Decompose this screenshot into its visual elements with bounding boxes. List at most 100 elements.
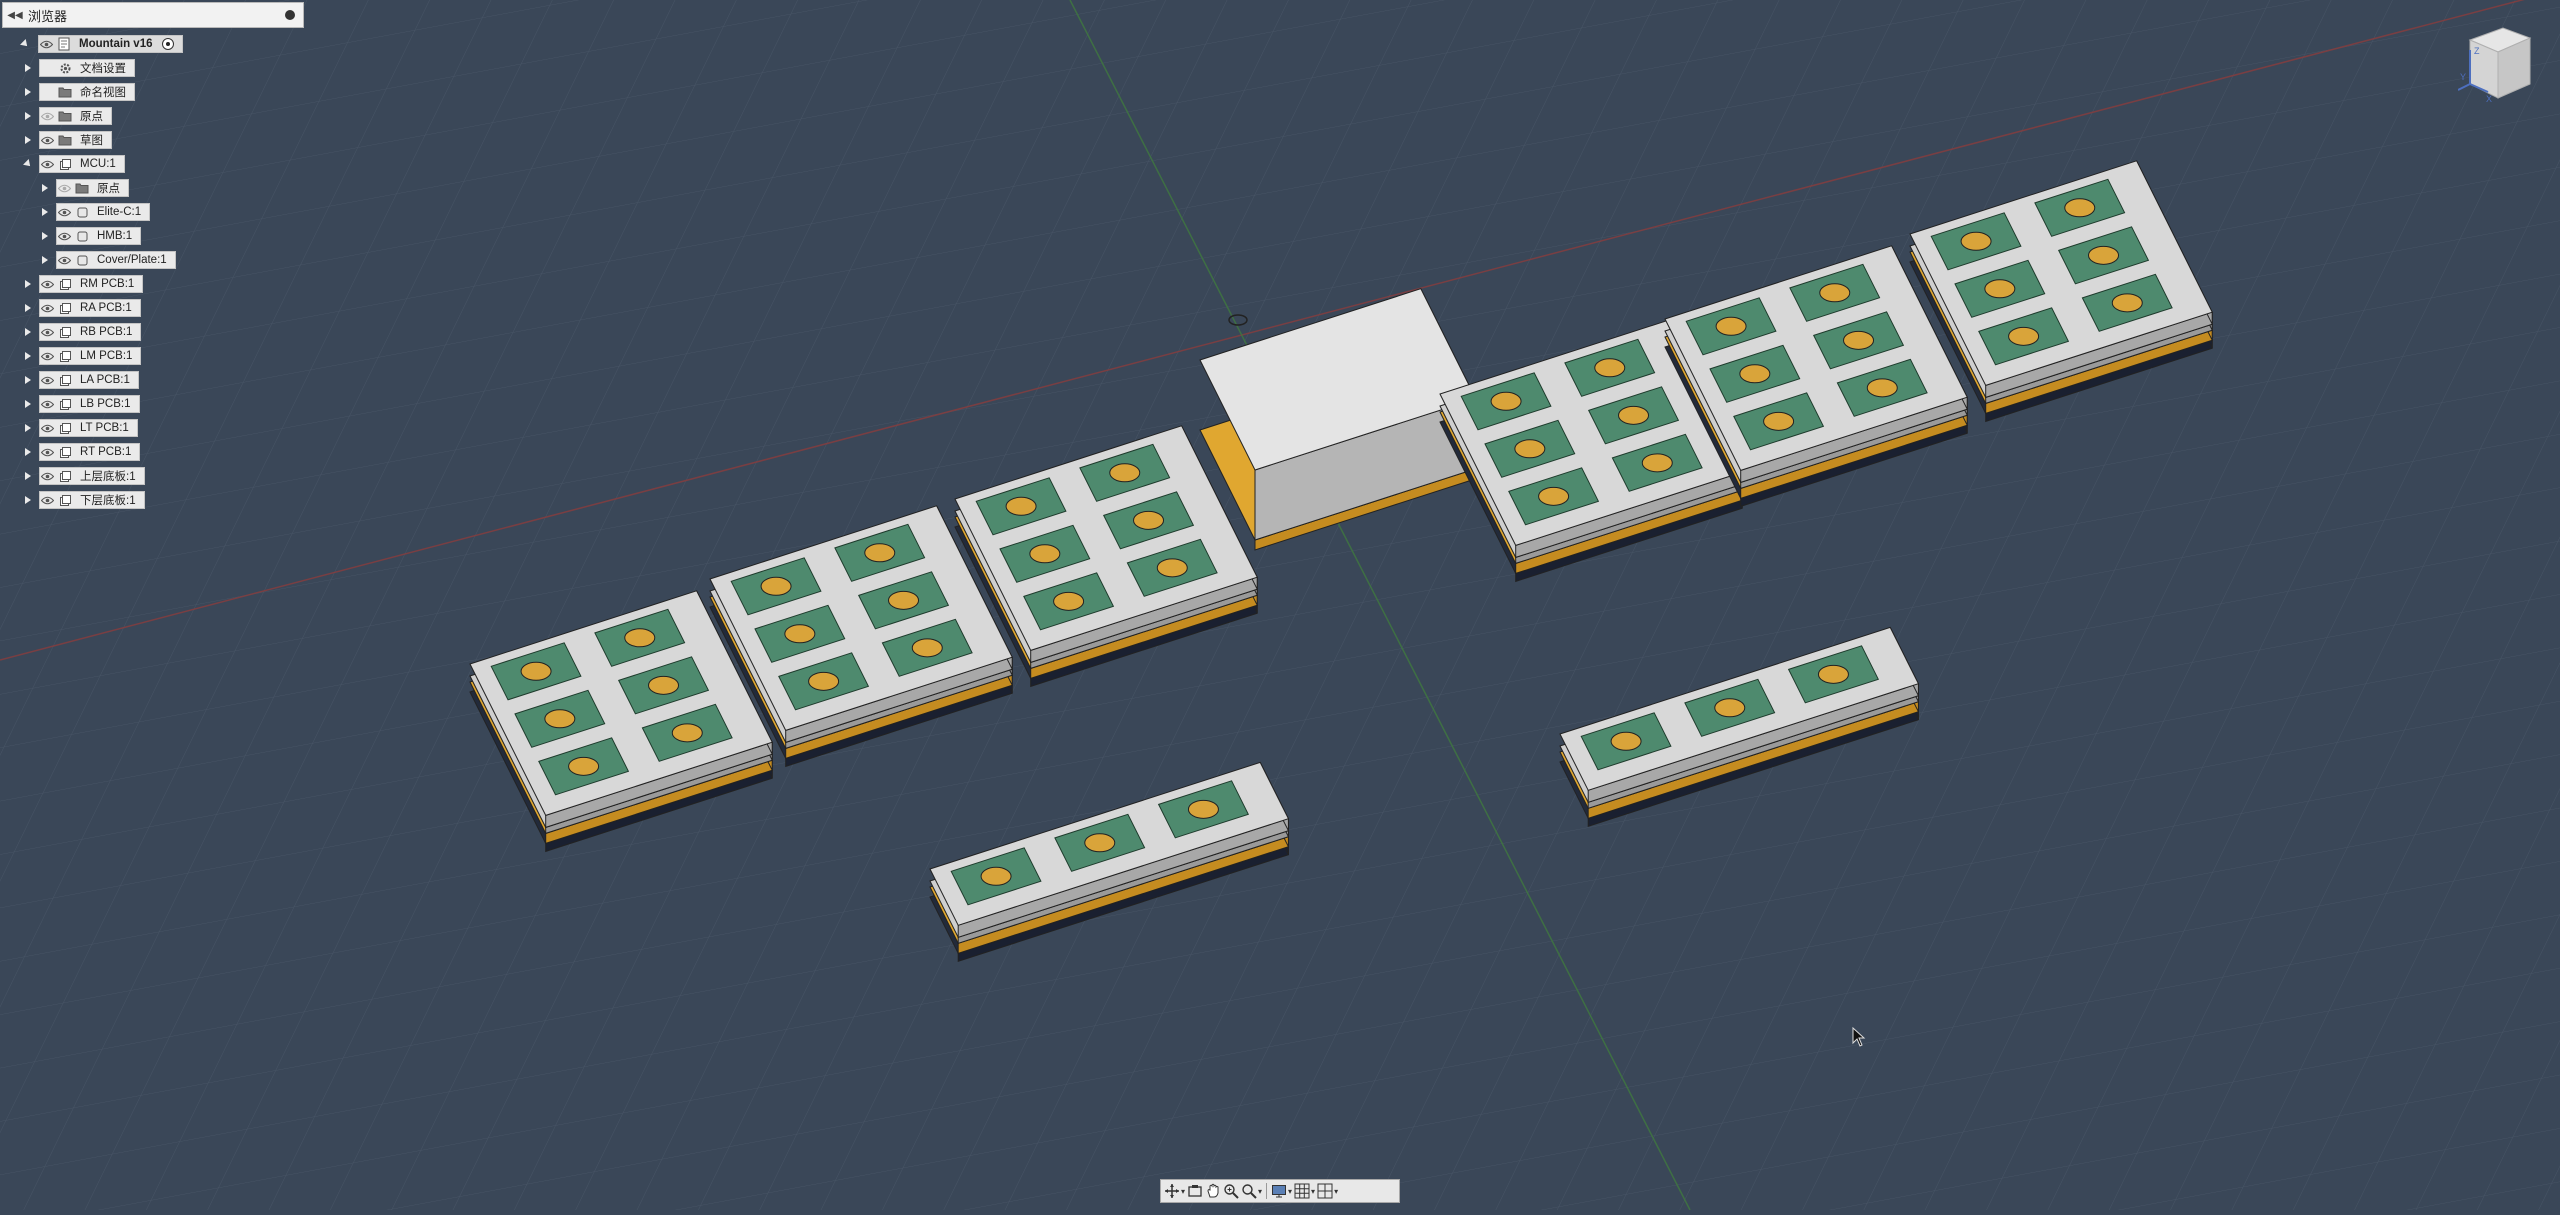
expand-toggle-icon[interactable] xyxy=(21,83,35,101)
tree-node[interactable]: MCU:1 xyxy=(39,155,125,173)
expand-toggle-icon[interactable] xyxy=(21,419,35,437)
tree-item-label: 命名视图 xyxy=(80,87,126,99)
tree-node[interactable]: LM PCB:1 xyxy=(39,347,142,365)
collapse-panel-icon[interactable]: ◀◀ xyxy=(6,10,24,21)
component-icon xyxy=(57,395,73,413)
tree-node[interactable]: RM PCB:1 xyxy=(39,275,144,293)
tree-item[interactable]: LB PCB:1 xyxy=(21,395,140,413)
expand-toggle-icon[interactable] xyxy=(21,323,35,341)
pin-icon[interactable] xyxy=(285,10,295,20)
root-node[interactable]: Mountain v16 xyxy=(38,35,184,53)
expand-toggle-icon[interactable] xyxy=(21,371,35,389)
visibility-eye-icon[interactable] xyxy=(39,35,53,53)
visibility-eye-icon[interactable] xyxy=(40,107,54,125)
visibility-eye-icon[interactable] xyxy=(57,179,71,197)
expand-toggle-icon[interactable] xyxy=(21,275,35,293)
zoom-icon[interactable] xyxy=(1223,1181,1239,1201)
tree-node[interactable]: 原点 xyxy=(39,107,112,125)
tree-node[interactable]: 原点 xyxy=(56,179,129,197)
tree-item[interactable]: 原点 xyxy=(21,107,112,125)
visibility-eye-icon[interactable] xyxy=(40,155,54,173)
display-settings-icon[interactable]: ▾ xyxy=(1271,1181,1292,1201)
tree-item[interactable]: RB PCB:1 xyxy=(21,323,142,341)
visibility-eye-icon[interactable] xyxy=(40,419,54,437)
visibility-eye-icon[interactable] xyxy=(40,467,54,485)
tree-item-label: RT PCB:1 xyxy=(80,446,132,458)
expand-toggle-icon[interactable] xyxy=(38,227,52,245)
tree-item-label: 原点 xyxy=(97,183,120,195)
visibility-eye-icon[interactable] xyxy=(40,371,54,389)
visibility-eye-icon[interactable] xyxy=(40,491,54,509)
expand-toggle-icon[interactable] xyxy=(21,107,35,125)
view-cube[interactable]: Z Y X xyxy=(2457,20,2538,110)
tree-item[interactable]: 草图 xyxy=(21,131,112,149)
visibility-eye-icon[interactable] xyxy=(40,275,54,293)
tree-item[interactable]: 命名视图 xyxy=(21,83,135,101)
collapse-toggle-icon[interactable] xyxy=(21,155,35,173)
tree-node[interactable]: 上层底板:1 xyxy=(39,467,145,485)
tree-item[interactable]: 原点 xyxy=(38,179,129,197)
tree-root[interactable]: Mountain v16 xyxy=(18,35,184,53)
tree-item[interactable]: LM PCB:1 xyxy=(21,347,142,365)
orbit-icon[interactable]: ▾ xyxy=(1164,1181,1185,1201)
tree-node[interactable]: RT PCB:1 xyxy=(39,443,141,461)
tree-item[interactable]: LT PCB:1 xyxy=(21,419,138,437)
tree-item[interactable]: Elite-C:1 xyxy=(38,203,151,221)
expand-toggle-icon[interactable] xyxy=(21,299,35,317)
fit-icon[interactable]: ▾ xyxy=(1241,1181,1262,1201)
visibility-eye-icon[interactable] xyxy=(40,131,54,149)
expand-toggle-icon[interactable] xyxy=(21,131,35,149)
tree-node[interactable]: LT PCB:1 xyxy=(39,419,138,437)
expand-toggle-icon[interactable] xyxy=(38,203,52,221)
3d-viewport[interactable] xyxy=(0,0,2560,1211)
expand-toggle-icon[interactable] xyxy=(21,443,35,461)
visibility-eye-icon[interactable] xyxy=(40,299,54,317)
expand-toggle-icon[interactable] xyxy=(21,491,35,509)
tree-item[interactable]: HMB:1 xyxy=(38,227,142,245)
tree-item[interactable]: Cover/Plate:1 xyxy=(38,251,176,269)
tree-item[interactable]: LA PCB:1 xyxy=(21,371,139,389)
expand-toggle-icon[interactable] xyxy=(21,347,35,365)
viewports-icon[interactable]: ▾ xyxy=(1317,1181,1338,1201)
tree-item[interactable]: RT PCB:1 xyxy=(21,443,141,461)
visibility-eye-icon[interactable] xyxy=(40,443,54,461)
tree-item-label: Cover/Plate:1 xyxy=(97,254,167,266)
tree-node[interactable]: HMB:1 xyxy=(56,227,142,245)
tree-item[interactable]: RA PCB:1 xyxy=(21,299,141,317)
tree-node[interactable]: 命名视图 xyxy=(39,83,135,101)
tree-item[interactable]: 上层底板:1 xyxy=(21,467,145,485)
expand-toggle-icon[interactable] xyxy=(21,395,35,413)
grid-icon[interactable]: ▾ xyxy=(1294,1181,1315,1201)
tree-item[interactable]: MCU:1 xyxy=(21,155,125,173)
switch-hole xyxy=(2088,245,2120,265)
switch-hole xyxy=(1715,316,1747,336)
expand-toggle-icon[interactable] xyxy=(21,59,35,77)
tree-item[interactable]: 文档设置 xyxy=(21,59,135,77)
keyboard-model-scene[interactable] xyxy=(0,0,2560,1211)
tree-node[interactable]: LB PCB:1 xyxy=(39,395,140,413)
tree-node[interactable]: Elite-C:1 xyxy=(56,203,151,221)
tree-item[interactable]: 下层底板:1 xyxy=(21,491,145,509)
expand-toggle-icon[interactable] xyxy=(38,179,52,197)
expand-toggle-icon[interactable] xyxy=(18,35,32,53)
visibility-eye-icon[interactable] xyxy=(40,395,54,413)
visibility-eye-icon[interactable] xyxy=(57,203,71,221)
tree-node[interactable]: 下层底板:1 xyxy=(39,491,145,509)
switch-hole xyxy=(1866,378,1898,398)
visibility-eye-icon[interactable] xyxy=(57,251,71,269)
visibility-eye-icon[interactable] xyxy=(57,227,71,245)
tree-node[interactable]: Cover/Plate:1 xyxy=(56,251,176,269)
pan-icon[interactable] xyxy=(1205,1181,1221,1201)
activate-radio-icon[interactable] xyxy=(162,38,175,50)
tree-node[interactable]: 草图 xyxy=(39,131,112,149)
tree-item[interactable]: RM PCB:1 xyxy=(21,275,144,293)
tree-node[interactable]: LA PCB:1 xyxy=(39,371,139,389)
expand-toggle-icon[interactable] xyxy=(21,467,35,485)
visibility-eye-icon[interactable] xyxy=(40,347,54,365)
look-at-icon[interactable] xyxy=(1187,1181,1203,1201)
visibility-eye-icon[interactable] xyxy=(40,323,54,341)
tree-node[interactable]: 文档设置 xyxy=(39,59,135,77)
tree-node[interactable]: RA PCB:1 xyxy=(39,299,141,317)
tree-node[interactable]: RB PCB:1 xyxy=(39,323,142,341)
expand-toggle-icon[interactable] xyxy=(38,251,52,269)
